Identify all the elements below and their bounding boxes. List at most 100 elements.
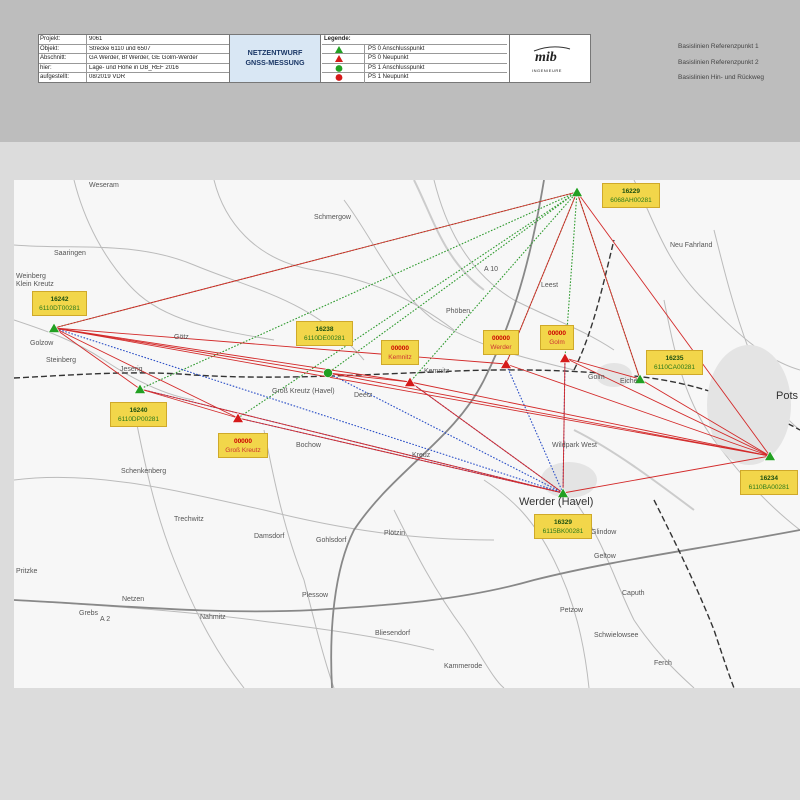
- point-label-16242[interactable]: 16242 6110DT00281: [32, 291, 87, 316]
- point-label-16235[interactable]: 16235 6110CA00281: [646, 350, 703, 375]
- point-code: Werder: [490, 344, 512, 351]
- point-id: 16240: [129, 407, 148, 414]
- legend-item-label: PS 1 Anschlusspunkt: [368, 64, 425, 71]
- logo-text: mib: [535, 50, 557, 65]
- place-label-major: Werder (Havel): [519, 496, 594, 508]
- place-label: Netzen: [122, 596, 145, 603]
- road: [14, 476, 495, 541]
- point-id: 16242: [50, 296, 69, 303]
- drawing-title: NETZENTWURF GNSS-MESSUNG: [229, 35, 321, 82]
- point-label-16229[interactable]: 16229 6068AH00281: [602, 183, 660, 208]
- place-label: Gohlsdorf: [316, 537, 347, 544]
- triangle-green-icon: [335, 45, 343, 53]
- place-label: Geltow: [594, 553, 616, 560]
- triangle-green-marker[interactable]: [133, 383, 147, 394]
- place-label: Deetz: [354, 392, 373, 399]
- point-id: 16329: [553, 519, 573, 526]
- road: [633, 180, 800, 371]
- point-label-werder[interactable]: 00000 Werder: [483, 330, 519, 355]
- place-label: Trechwitz: [174, 516, 204, 523]
- point-code: 6110DP00281: [117, 416, 160, 423]
- point-label-gross-kreutz[interactable]: 00000 Groß Kreutz: [218, 433, 268, 458]
- place-label: Eiche: [620, 378, 638, 385]
- legend-item-label: PS 1 Neupunkt: [368, 74, 409, 80]
- point-id: 00000: [233, 438, 253, 445]
- drawing-title-line1: NETZENTWURF: [247, 48, 303, 57]
- baseline-round-trip: [53, 191, 578, 329]
- title-row-key: aufgestellt:: [40, 74, 70, 80]
- title-row-key: Objekt:: [40, 45, 60, 52]
- title-row-value: Strecke 6110 und 6507: [89, 45, 151, 52]
- place-label: Pritzke: [16, 568, 38, 575]
- point-label-16240[interactable]: 16240 6110DP00281: [110, 402, 167, 427]
- place-label: Kammerode: [444, 663, 483, 670]
- circle-red-icon: [335, 74, 343, 81]
- place-label: Caputh: [622, 590, 645, 597]
- title-row-key: Abschnitt:: [40, 55, 67, 61]
- place-label: Bochow: [296, 442, 321, 449]
- point-id: 16238: [315, 326, 334, 333]
- railway: [14, 239, 800, 688]
- title-row-value: Lage- und Höhe in DB_REF 2016: [89, 64, 179, 71]
- title-row-projekt: Projekt: 9061: [39, 35, 229, 45]
- title-row-key: hier:: [40, 64, 52, 71]
- place-label: Petzow: [560, 607, 583, 614]
- road: [73, 180, 275, 341]
- legend-item-label: PS 0 Anschlusspunkt: [368, 45, 425, 52]
- network-map[interactable]: Weseram Saaringen Weinberg Klein Kreutz …: [14, 180, 800, 688]
- place-label-major: Pots: [776, 390, 799, 402]
- point-label-kemnitz[interactable]: 00000 Kemnitz: [381, 340, 419, 365]
- place-label: Götz: [174, 334, 189, 341]
- point-label-16238[interactable]: 16238 6110DE00281: [296, 321, 353, 346]
- circle-green-marker[interactable]: [323, 368, 333, 378]
- title-block: Projekt: 9061 Objekt: Strecke 6110 und 6…: [38, 34, 591, 83]
- place-label: Schmergow: [314, 214, 351, 221]
- place-label: Wildpark West: [552, 442, 597, 449]
- point-label-16329[interactable]: 16329 6115BK00281: [534, 514, 592, 539]
- place-label: Kemnitz: [424, 368, 450, 375]
- baseline-ref2: [327, 372, 564, 494]
- motorway: [14, 180, 800, 688]
- place-label: Glindow: [591, 529, 617, 536]
- place-label: Weseram: [89, 182, 119, 189]
- line-legend-label: Basislinien Referenzpunkt 2: [678, 59, 759, 66]
- legend-item: PS 0 Neupunkt: [322, 54, 507, 64]
- place-label: A 2: [100, 616, 111, 623]
- place-label: Jeserig: [120, 366, 143, 373]
- place-label: Golzow: [30, 340, 54, 347]
- point-code: 6110CA00281: [653, 364, 696, 371]
- baseline-round-trip: [409, 381, 564, 494]
- legend-item-label: PS 0 Neupunkt: [368, 55, 409, 61]
- legend-item: PS 1 Neupunkt: [322, 73, 507, 82]
- place-label: Schenkenberg: [121, 468, 167, 475]
- point-id: 16234: [759, 475, 779, 482]
- point-id: 00000: [547, 330, 567, 337]
- company-logo: mib INGENIEURE: [509, 35, 591, 82]
- logo-subtitle: INGENIEURE: [532, 68, 562, 73]
- place-label: Neu Fahrland: [670, 242, 713, 249]
- place-label: Bliesendorf: [375, 630, 411, 637]
- point-label-golm[interactable]: 00000 Golm: [540, 325, 574, 350]
- baseline-round-trip: [576, 191, 771, 457]
- river: [413, 180, 485, 291]
- road-network: [14, 180, 800, 688]
- place-label: A 10: [484, 266, 499, 273]
- title-row-value: GA Werder, Bf Werder, GE Golm-Werder: [89, 55, 198, 61]
- point-id: 16235: [665, 355, 684, 362]
- point-code: 6115BK00281: [542, 528, 584, 535]
- triangle-green-marker[interactable]: [570, 186, 584, 197]
- place-label: Golm: [588, 374, 605, 381]
- triangle-green-marker[interactable]: [47, 322, 61, 333]
- triangle-red-marker[interactable]: [558, 352, 572, 363]
- baseline-round-trip: [576, 191, 641, 380]
- point-code: Kemnitz: [388, 354, 412, 361]
- legend-item: PS 1 Anschlusspunkt: [322, 64, 507, 73]
- point-code: 6110DT00281: [39, 305, 80, 312]
- drawing-title-line2: GNSS-MESSUNG: [245, 58, 305, 67]
- place-label: Steinberg: [46, 357, 76, 364]
- place-label: Plötzin: [384, 530, 406, 537]
- point-label-16234[interactable]: 16234 6110BA00281: [740, 470, 798, 495]
- point-id: 00000: [390, 345, 410, 352]
- point-id: 00000: [491, 335, 511, 342]
- place-label: Klein Kreutz: [16, 281, 54, 288]
